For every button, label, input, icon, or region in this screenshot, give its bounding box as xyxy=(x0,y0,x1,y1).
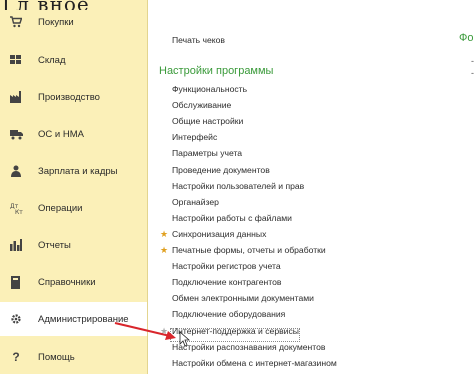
mouse-cursor-icon xyxy=(179,331,191,347)
annotation-arrow xyxy=(114,322,191,347)
